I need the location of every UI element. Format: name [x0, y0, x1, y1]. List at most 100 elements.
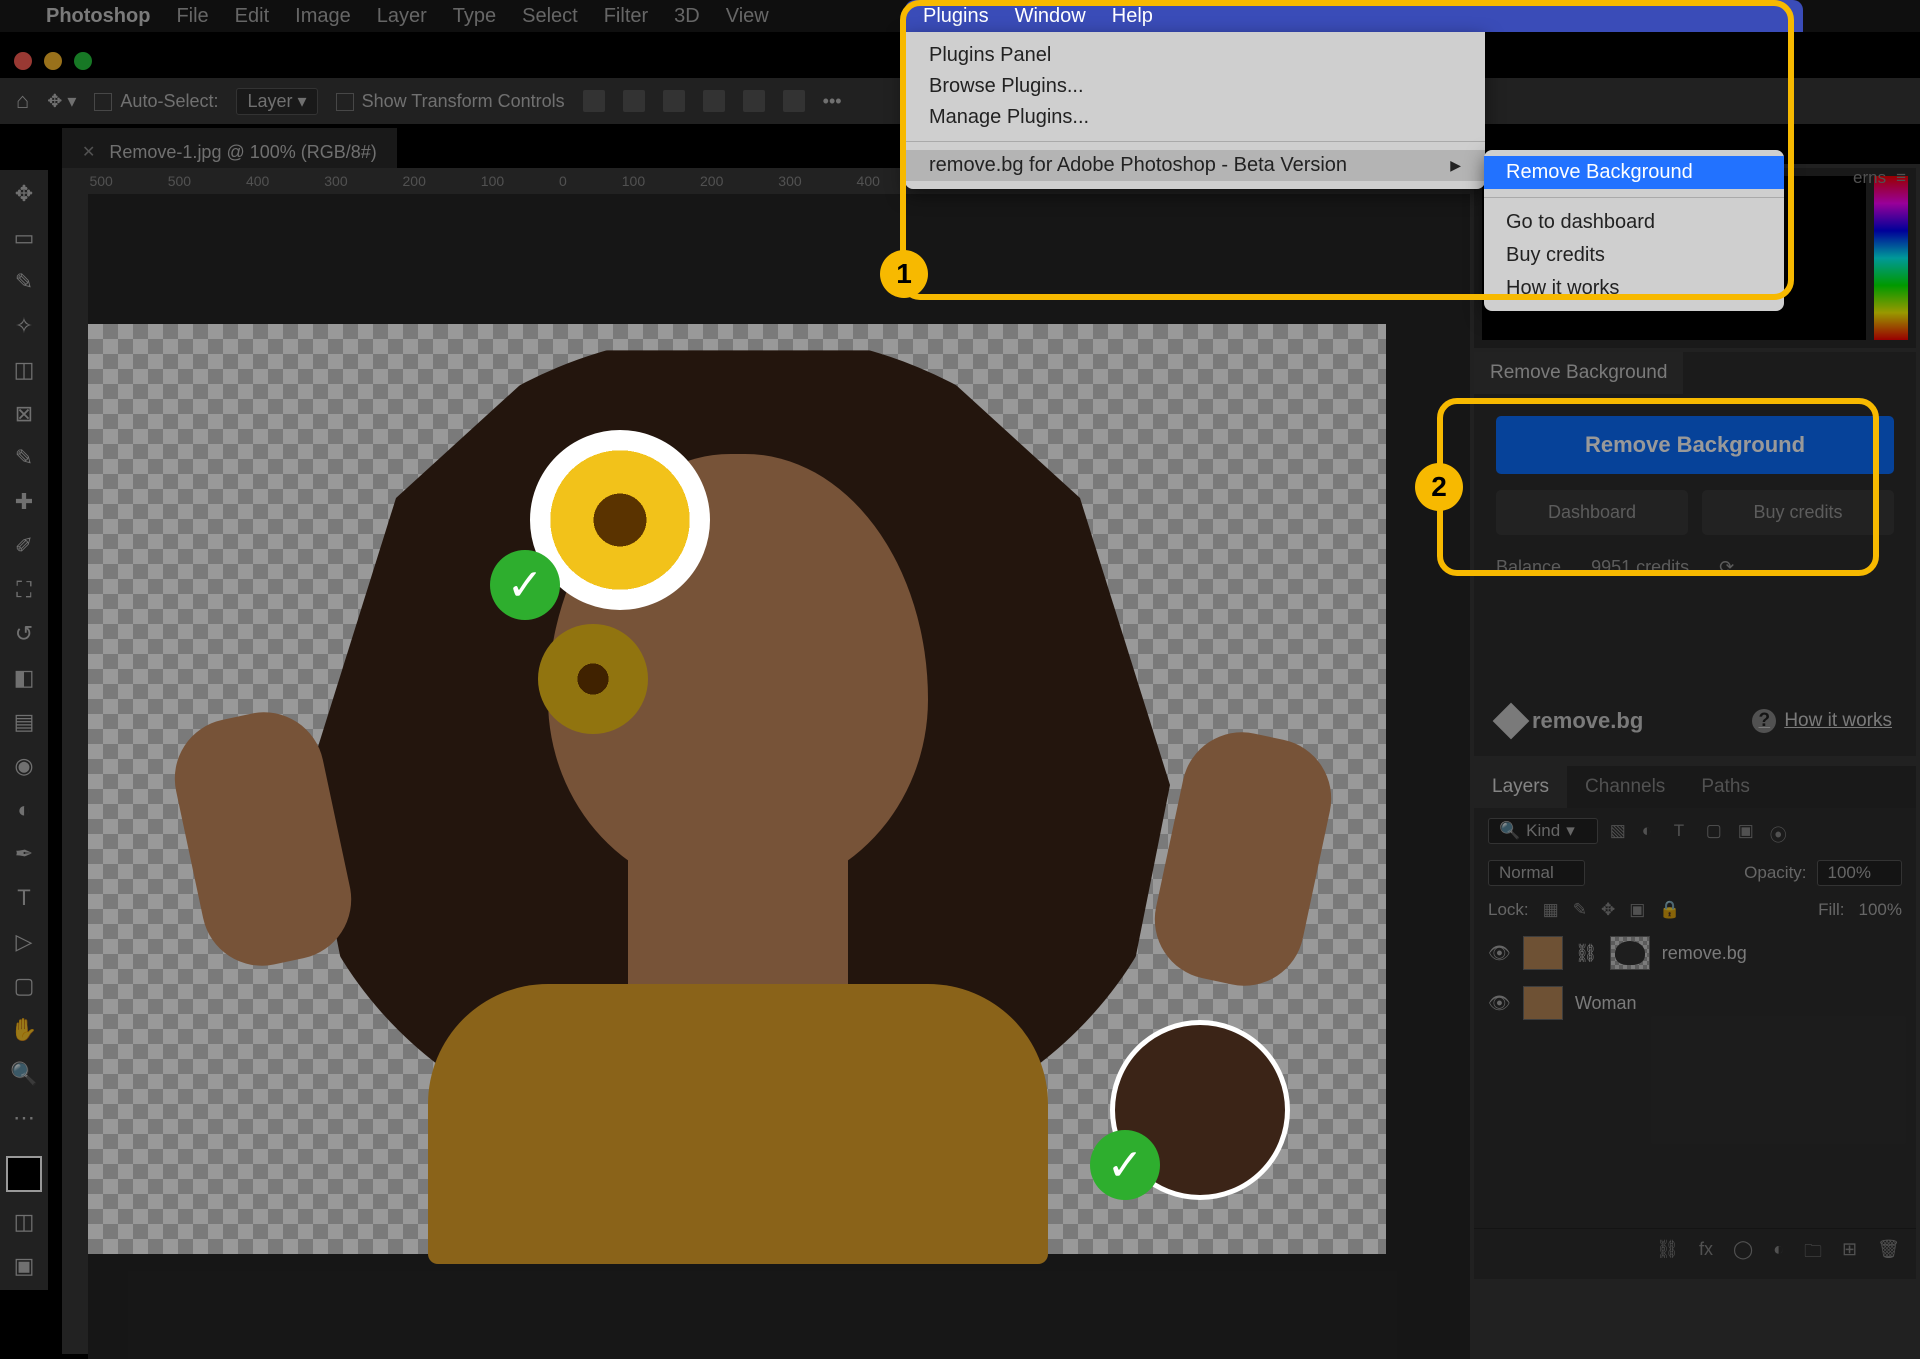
submenu-remove-background[interactable]: Remove Background: [1484, 156, 1784, 189]
zoom-window-button[interactable]: [74, 52, 92, 70]
app-name[interactable]: Photoshop: [46, 5, 150, 28]
auto-select-checkbox[interactable]: [94, 93, 112, 111]
remove-background-button[interactable]: Remove Background: [1496, 416, 1894, 474]
fill-input[interactable]: 100%: [1859, 900, 1902, 920]
submenu-buy-credits[interactable]: Buy credits: [1484, 239, 1784, 272]
layer-row[interactable]: 👁 Woman: [1474, 978, 1916, 1028]
frame-tool-icon[interactable]: ⊠: [10, 400, 38, 428]
align-icon[interactable]: [623, 90, 645, 112]
close-window-button[interactable]: [14, 52, 32, 70]
layer-name[interactable]: Woman: [1575, 993, 1637, 1014]
move-tool-icon[interactable]: ✥ ▾: [47, 91, 76, 112]
lock-position-icon[interactable]: ✥: [1601, 900, 1615, 920]
shape-tool-icon[interactable]: ▢: [10, 972, 38, 1000]
align-icon[interactable]: [703, 90, 725, 112]
layer-filter-kind-dropdown[interactable]: 🔍 Kind ▾: [1488, 818, 1598, 844]
removebg-panel-tab[interactable]: Remove Background: [1474, 352, 1683, 394]
blend-mode-dropdown[interactable]: Normal: [1488, 860, 1585, 886]
type-tool-icon[interactable]: T: [10, 884, 38, 912]
align-icon[interactable]: [583, 90, 605, 112]
align-icon[interactable]: [663, 90, 685, 112]
gradient-tool-icon[interactable]: ▤: [10, 708, 38, 736]
blur-tool-icon[interactable]: ◉: [10, 752, 38, 780]
history-brush-tool-icon[interactable]: ↺: [10, 620, 38, 648]
menu-item-manage-plugins[interactable]: Manage Plugins...: [905, 102, 1485, 133]
menu-select[interactable]: Select: [522, 5, 578, 28]
zoom-tool-icon[interactable]: 🔍: [10, 1060, 38, 1088]
path-selection-tool-icon[interactable]: ▷: [10, 928, 38, 956]
screen-mode-icon[interactable]: ▣: [10, 1252, 38, 1280]
auto-select-target-dropdown[interactable]: Layer ▾: [236, 88, 317, 115]
menu-window[interactable]: Window: [1015, 5, 1086, 28]
tab-layers[interactable]: Layers: [1474, 766, 1567, 808]
new-layer-icon[interactable]: ⊞: [1842, 1239, 1857, 1269]
lock-all-icon[interactable]: 🔒: [1659, 900, 1680, 920]
menu-3d[interactable]: 3D: [674, 5, 700, 28]
group-icon[interactable]: 🗀: [1804, 1239, 1822, 1269]
foreground-background-swatch[interactable]: [6, 1156, 42, 1192]
clone-stamp-tool-icon[interactable]: ⛶: [10, 576, 38, 604]
filter-toggle-icon[interactable]: ⦿: [1770, 821, 1790, 841]
buy-credits-button[interactable]: Buy credits: [1702, 490, 1894, 535]
menu-item-browse-plugins[interactable]: Browse Plugins...: [905, 71, 1485, 102]
hand-tool-icon[interactable]: ✋: [10, 1016, 38, 1044]
menu-view[interactable]: View: [726, 5, 769, 28]
close-tab-icon[interactable]: ✕: [82, 142, 95, 162]
layer-name[interactable]: remove.bg: [1662, 943, 1747, 964]
visibility-icon[interactable]: 👁: [1488, 993, 1511, 1014]
eyedropper-tool-icon[interactable]: ✎: [10, 444, 38, 472]
layer-mask-thumbnail[interactable]: [1610, 936, 1650, 970]
brush-tool-icon[interactable]: ✐: [10, 532, 38, 560]
magic-wand-tool-icon[interactable]: ✧: [10, 312, 38, 340]
healing-brush-tool-icon[interactable]: ✚: [10, 488, 38, 516]
ellipsis-icon[interactable]: ⋯: [10, 1104, 38, 1132]
filter-shape-icon[interactable]: ▢: [1706, 821, 1726, 841]
refresh-icon[interactable]: ⟳: [1719, 557, 1734, 578]
menu-layer[interactable]: Layer: [377, 5, 427, 28]
lock-transparency-icon[interactable]: ▦: [1543, 900, 1559, 920]
tab-paths[interactable]: Paths: [1683, 766, 1768, 808]
layer-thumbnail[interactable]: [1523, 936, 1563, 970]
crop-tool-icon[interactable]: ◫: [10, 356, 38, 384]
filter-adjustment-icon[interactable]: ◐: [1642, 821, 1662, 841]
distribute-icon[interactable]: [783, 90, 805, 112]
move-tool-icon[interactable]: ✥: [10, 180, 38, 208]
marquee-tool-icon[interactable]: ▭: [10, 224, 38, 252]
submenu-go-to-dashboard[interactable]: Go to dashboard: [1484, 206, 1784, 239]
how-it-works-link[interactable]: ?How it works: [1752, 709, 1892, 733]
quick-mask-icon[interactable]: ◫: [10, 1208, 38, 1236]
filter-smart-icon[interactable]: ▣: [1738, 821, 1758, 841]
mask-icon[interactable]: ◯: [1733, 1239, 1753, 1269]
pen-tool-icon[interactable]: ✒: [10, 840, 38, 868]
submenu-how-it-works[interactable]: How it works: [1484, 272, 1784, 305]
opacity-input[interactable]: 100%: [1817, 860, 1902, 886]
tab-channels[interactable]: Channels: [1567, 766, 1683, 808]
adjustment-icon[interactable]: ◐: [1773, 1239, 1784, 1269]
menu-type[interactable]: Type: [453, 5, 496, 28]
minimize-window-button[interactable]: [44, 52, 62, 70]
dodge-tool-icon[interactable]: ◐: [10, 796, 38, 824]
hue-slider[interactable]: [1874, 176, 1908, 340]
menu-help[interactable]: Help: [1112, 5, 1153, 28]
menu-plugins[interactable]: Plugins: [923, 5, 989, 28]
layer-row[interactable]: 👁 ⛓ remove.bg: [1474, 928, 1916, 978]
menu-file[interactable]: File: [176, 5, 208, 28]
filter-type-icon[interactable]: T: [1674, 821, 1694, 841]
home-icon[interactable]: ⌂: [16, 88, 29, 114]
menu-item-removebg[interactable]: remove.bg for Adobe Photoshop - Beta Ver…: [905, 150, 1485, 181]
dashboard-button[interactable]: Dashboard: [1496, 490, 1688, 535]
lock-artboard-icon[interactable]: ▣: [1629, 900, 1645, 920]
fx-icon[interactable]: fx: [1699, 1239, 1713, 1269]
link-layers-icon[interactable]: ⛓: [1656, 1239, 1679, 1269]
eraser-tool-icon[interactable]: ◧: [10, 664, 38, 692]
menu-filter[interactable]: Filter: [604, 5, 648, 28]
lasso-tool-icon[interactable]: ✎: [10, 268, 38, 296]
layer-thumbnail[interactable]: [1523, 986, 1563, 1020]
menu-item-plugins-panel[interactable]: Plugins Panel: [905, 40, 1485, 71]
lock-pixels-icon[interactable]: ✎: [1573, 900, 1587, 920]
menu-image[interactable]: Image: [295, 5, 351, 28]
distribute-icon[interactable]: [743, 90, 765, 112]
filter-pixel-icon[interactable]: ▧: [1610, 821, 1630, 841]
panel-menu-icon[interactable]: ≡: [1896, 168, 1906, 188]
visibility-icon[interactable]: 👁: [1488, 943, 1511, 964]
